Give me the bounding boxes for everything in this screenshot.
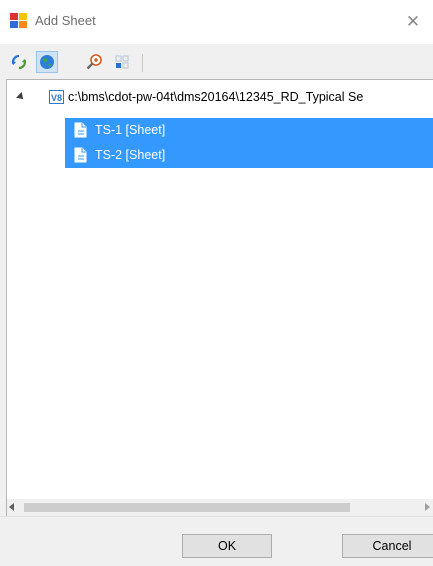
dialog-footer: OK Cancel	[0, 516, 433, 566]
scroll-left-arrow-icon[interactable]	[9, 503, 14, 511]
grid-button[interactable]	[111, 51, 133, 73]
tree-item-label: TS-1 [Sheet]	[95, 123, 166, 137]
refresh-button[interactable]	[8, 51, 30, 73]
refresh-icon	[11, 54, 27, 70]
add-sheet-dialog: Add Sheet ✕ V8 c:\bms\cdot-pw-04t\dms201…	[0, 0, 433, 566]
root-path-label: c:\bms\cdot-pw-04t\dms20164\12345_RD_Typ…	[68, 90, 364, 104]
scroll-thumb[interactable]	[24, 503, 350, 512]
expand-arrow-icon[interactable]	[16, 92, 26, 102]
zoom-button[interactable]	[83, 51, 105, 73]
globe-icon	[40, 55, 54, 69]
grid-icon	[115, 55, 129, 69]
close-button[interactable]: ✕	[393, 0, 433, 44]
v8-file-icon: V8	[49, 90, 64, 104]
globe-button[interactable]	[36, 51, 58, 73]
tree-item-ts-2[interactable]: TS-2 [Sheet]	[65, 143, 433, 168]
toolbar-separator	[142, 54, 143, 72]
cancel-button[interactable]: Cancel	[342, 534, 433, 558]
ok-button[interactable]: OK	[182, 534, 272, 558]
close-icon: ✕	[405, 12, 421, 31]
scroll-right-arrow-icon[interactable]	[425, 503, 430, 511]
app-icon	[10, 13, 27, 28]
window-title: Add Sheet	[35, 13, 96, 28]
sheet-icon	[74, 122, 87, 138]
zoom-icon	[86, 54, 102, 70]
horizontal-scrollbar[interactable]	[6, 499, 433, 516]
title-bar: Add Sheet ✕	[0, 0, 433, 44]
tree-root-node[interactable]: V8 c:\bms\cdot-pw-04t\dms20164\12345_RD_…	[7, 89, 433, 109]
tree-item-ts-1[interactable]: TS-1 [Sheet]	[65, 118, 433, 143]
sheet-tree[interactable]: V8 c:\bms\cdot-pw-04t\dms20164\12345_RD_…	[6, 79, 433, 500]
toolbar	[0, 44, 433, 78]
sheet-icon	[74, 147, 87, 163]
tree-item-label: TS-2 [Sheet]	[95, 148, 166, 162]
